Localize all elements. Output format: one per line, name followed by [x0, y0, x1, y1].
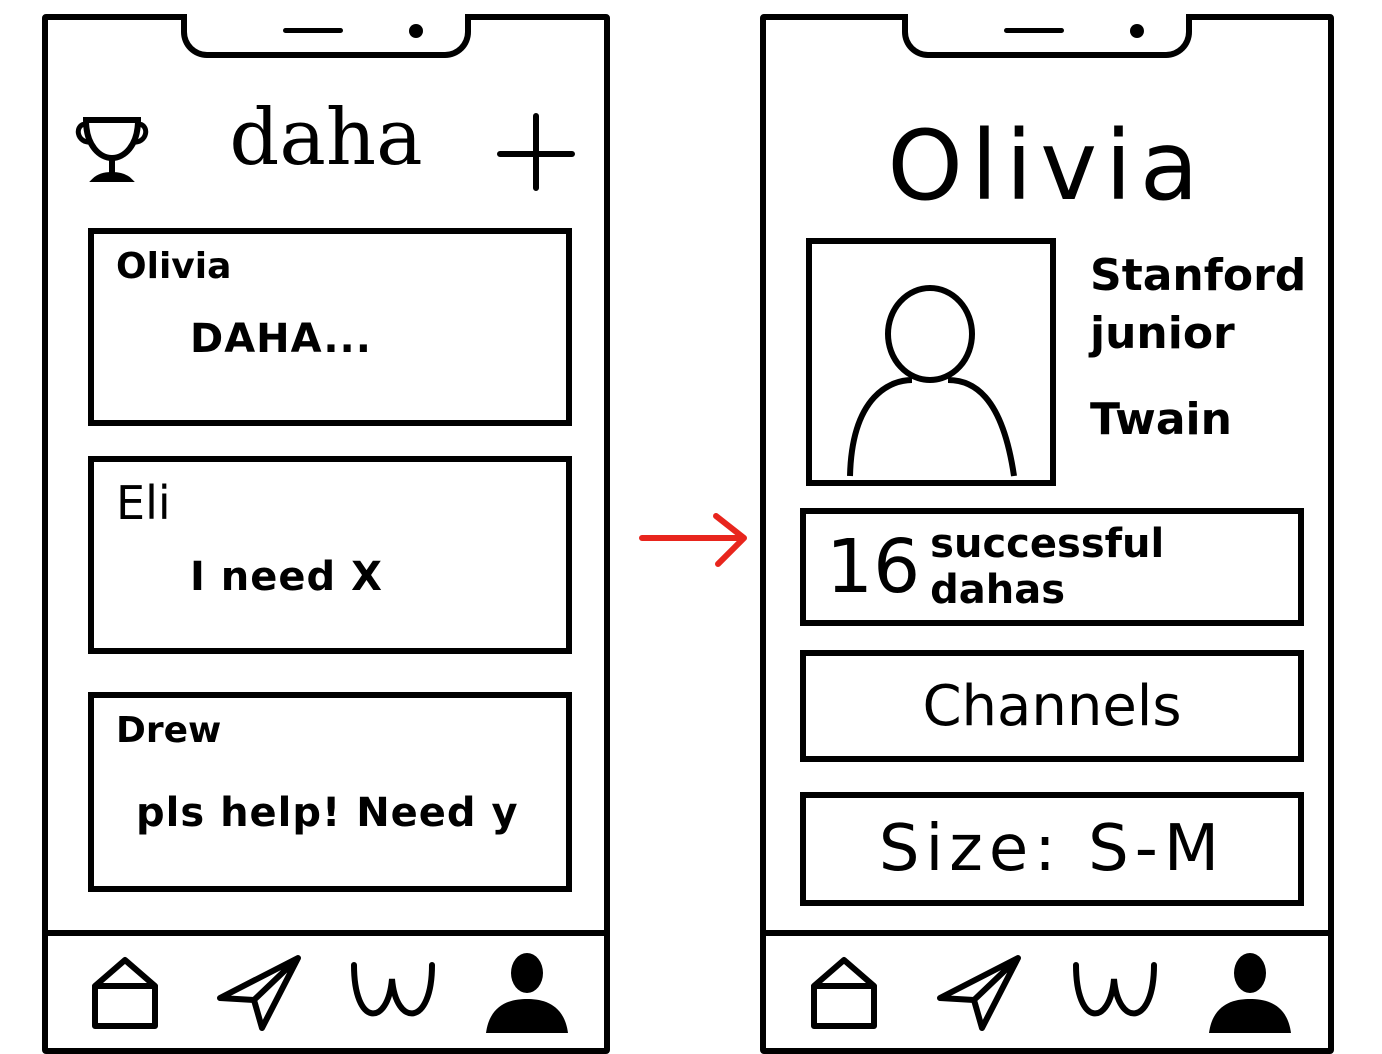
home-icon[interactable] — [799, 947, 889, 1037]
feed-header: daha — [48, 80, 604, 192]
plus-icon[interactable] — [496, 112, 576, 192]
profile-school: Stanford — [1090, 250, 1307, 301]
w-icon[interactable] — [1070, 947, 1160, 1037]
card-message: pls help! Need y — [136, 790, 519, 836]
profile-icon[interactable] — [1205, 947, 1295, 1037]
avatar — [806, 238, 1056, 486]
card-message: I need X — [190, 554, 383, 600]
app-title: daha — [229, 93, 423, 183]
phone-notch — [902, 14, 1192, 58]
channels-button[interactable]: Channels — [800, 650, 1304, 762]
request-card[interactable]: Eli I need X — [88, 456, 572, 654]
phone-feed-screen: daha Olivia DAHA... Eli I need X Drew pl… — [42, 14, 610, 1054]
speaker-icon — [1004, 28, 1064, 33]
camera-icon — [409, 24, 423, 38]
profile-dorm: Twain — [1090, 394, 1232, 445]
channels-label: Channels — [922, 673, 1182, 739]
request-card[interactable]: Olivia DAHA... — [88, 228, 572, 426]
profile-name: Olivia — [887, 110, 1207, 222]
request-card[interactable]: Drew pls help! Need y — [88, 692, 572, 892]
camera-icon — [1130, 24, 1144, 38]
bottom-tab-bar — [48, 930, 604, 1048]
successful-dahas-stat: 16 successful dahas — [800, 508, 1304, 626]
flow-arrow-icon — [639, 513, 747, 567]
send-icon[interactable] — [214, 947, 304, 1037]
dahas-count: 16 — [826, 524, 921, 610]
bottom-tab-bar — [766, 930, 1328, 1048]
profile-year: junior — [1090, 308, 1235, 359]
phone-notch — [181, 14, 471, 58]
profile-icon[interactable] — [482, 947, 572, 1037]
trophy-icon[interactable] — [72, 110, 152, 190]
send-icon[interactable] — [934, 947, 1024, 1037]
phone-profile-screen: Olivia Stanford junior Twain 16 successf… — [760, 14, 1334, 1054]
size-label: Size: S-M — [878, 812, 1226, 886]
w-icon[interactable] — [348, 947, 438, 1037]
home-icon[interactable] — [80, 947, 170, 1037]
card-message: DAHA... — [190, 316, 372, 362]
card-sender-name: Drew — [116, 710, 222, 751]
size-field: Size: S-M — [800, 792, 1304, 906]
speaker-icon — [283, 28, 343, 33]
dahas-label: successful dahas — [930, 521, 1165, 613]
card-sender-name: Eli — [116, 476, 171, 530]
avatar-placeholder-icon — [847, 285, 1017, 477]
card-sender-name: Olivia — [116, 246, 232, 287]
